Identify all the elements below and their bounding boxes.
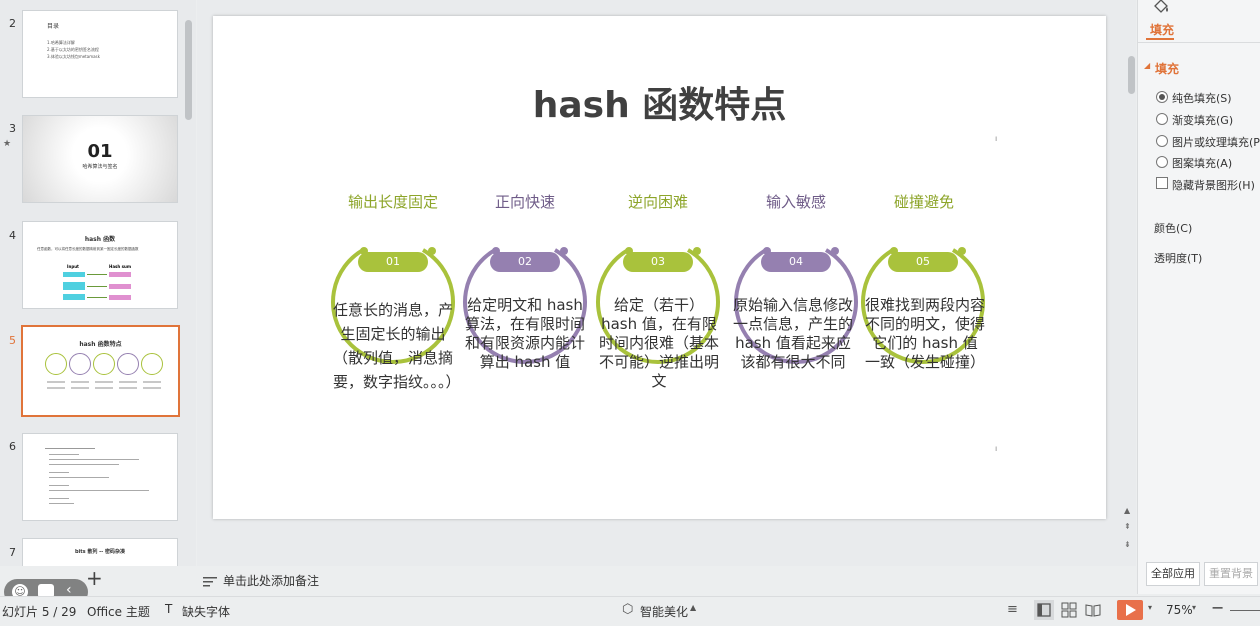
next-slide-icon[interactable]: ⇟	[1124, 540, 1131, 549]
feature-label-3[interactable]: 逆向困难	[593, 191, 723, 212]
slide-counter: 幻灯片 5 / 29	[2, 605, 77, 619]
radio-pattern-fill[interactable]	[1156, 156, 1168, 168]
notes-toggle-icon[interactable]: ≡	[1007, 602, 1018, 617]
panel-scrollbar[interactable]	[1128, 56, 1135, 94]
thumb-number: 3	[9, 122, 16, 135]
chevron-down-icon[interactable]: ▾	[1192, 603, 1196, 612]
feature-label-4[interactable]: 输入敏感	[731, 191, 861, 212]
theme-name[interactable]: Office 主题	[87, 603, 150, 620]
option-pattern-fill[interactable]: 图案填充(A)	[1172, 155, 1232, 171]
fill-bucket-icon	[1152, 0, 1170, 17]
feature-desc-5[interactable]: 很难找到两段内容不同的明文，使得它们的 hash 值一致（发生碰撞）	[865, 296, 985, 372]
prev-slide-icon[interactable]: ⇞	[1124, 522, 1131, 531]
thumb-number: 4	[9, 229, 16, 242]
feature-label-5[interactable]: 碰撞避免	[859, 191, 989, 212]
notes-icon	[203, 573, 217, 587]
zoom-slider[interactable]	[1230, 610, 1260, 611]
feature-label-1[interactable]: 输出长度固定	[328, 191, 458, 212]
feature-label-2[interactable]: 正向快速	[460, 191, 590, 212]
apply-all-button[interactable]: 全部应用	[1146, 562, 1200, 586]
thumb-number: 5	[9, 334, 16, 347]
reading-view-icon[interactable]	[1085, 602, 1101, 621]
transparency-label: 透明度(T)	[1154, 252, 1203, 265]
notes-bar[interactable]: 单击此处添加备注	[197, 568, 1136, 592]
thumb-title: 目录	[47, 23, 60, 30]
color-label: 颜色(C)	[1154, 222, 1193, 235]
feature-number-5[interactable]: 05	[888, 252, 958, 272]
hide-bg-label[interactable]: 隐藏背景图形(H)	[1172, 177, 1255, 193]
slide-thumbnail-3[interactable]: 01 哈希算法与签名	[22, 115, 178, 203]
animation-star-icon: ★	[3, 139, 12, 149]
option-picture-fill[interactable]: 图片或纹理填充(P)	[1172, 134, 1260, 150]
slide-thumbnail-panel: 2 目录 1.哈希算法详解 2.基于以太坊的密钥签名流程 3.体验以太坊钱包me…	[0, 0, 196, 566]
missing-font-button[interactable]: 缺失字体	[182, 603, 230, 620]
thumb-line: 2.基于以太坊的密钥签名流程	[47, 47, 99, 52]
play-slideshow-button[interactable]	[1117, 600, 1143, 620]
property-panel: 填充 ◢ 填充 纯色填充(S) 渐变填充(G) 图片或纹理填充(P) 图案填充(…	[1128, 0, 1260, 594]
status-bar: 幻灯片 5 / 29 Office 主题 T 缺失字体 ⬡ 智能美化 ▲ ≡ ▾…	[0, 596, 1260, 626]
thumb-number: 2	[9, 17, 16, 30]
thumb-line: 3.体验以太坊钱包metamask	[47, 54, 100, 59]
thumb-title: hash 函数特点	[79, 341, 122, 348]
tab-fill[interactable]: 填充	[1150, 21, 1174, 38]
slide-thumbnail-4[interactable]: hash 函数 任意函数，可以将任意长度的数据映射到某一固定长度的数据函数 In…	[22, 221, 178, 309]
radio-solid-fill[interactable]	[1156, 91, 1168, 103]
thumb-line: 1.哈希算法详解	[47, 40, 75, 45]
feature-desc-2[interactable]: 给定明文和 hash 算法，在有限时间和有限资源内能计算出 hash 值	[465, 296, 585, 372]
hide-bg-checkbox[interactable]	[1156, 177, 1168, 189]
notes-placeholder[interactable]: 单击此处添加备注	[223, 572, 319, 589]
thumb-col: Hash sum	[109, 264, 132, 269]
scroll-up-icon[interactable]: ▲	[1124, 506, 1130, 515]
thumb-subtitle: 哈希算法与签名	[82, 164, 118, 170]
feature-desc-4[interactable]: 原始输入信息修改一点信息，产生的 hash 值看起来应该都有很大不同	[733, 296, 853, 372]
font-icon: T	[165, 602, 173, 616]
radio-gradient-fill[interactable]	[1156, 113, 1168, 125]
smart-beautify-button[interactable]: 智能美化	[640, 603, 688, 620]
thumb-col: Input	[67, 264, 79, 269]
feature-number-1[interactable]: 01	[358, 252, 428, 272]
feature-desc-3[interactable]: 给定（若干）hash 值，在有限时间内很难（基本不可能）逆推出明文	[599, 296, 719, 391]
feature-number-3[interactable]: 03	[623, 252, 693, 272]
slide-thumbnail-6[interactable]	[22, 433, 178, 521]
option-solid-fill[interactable]: 纯色填充(S)	[1172, 90, 1232, 106]
feature-number-2[interactable]: 02	[490, 252, 560, 272]
slide-sorter-icon[interactable]	[1061, 602, 1077, 621]
chevron-down-icon[interactable]: ▾	[1148, 603, 1152, 612]
thumb-title: 01	[87, 141, 113, 162]
feature-number-4[interactable]: 04	[761, 252, 831, 272]
beautify-icon: ⬡	[622, 602, 634, 617]
add-slide-icon[interactable]: +	[86, 566, 103, 590]
thumb-title: bits 散列 -- 密码杂凑	[74, 549, 126, 555]
zoom-level[interactable]: 75%	[1166, 603, 1193, 617]
chevron-up-icon[interactable]: ▲	[690, 603, 696, 612]
thumb-number: 6	[9, 440, 16, 453]
slide-thumbnail-7[interactable]: bits 散列 -- 密码杂凑	[22, 538, 178, 566]
thumb-text: 任意函数，可以将任意长度的数据映射到某一固定长度的数据函数	[37, 247, 139, 251]
slide-thumbnail-5[interactable]: hash 函数特点	[21, 325, 180, 417]
thumb-number: 7	[9, 546, 16, 559]
tab-underline	[1146, 38, 1174, 40]
reset-background-button[interactable]: 重置背景	[1204, 562, 1258, 586]
section-collapse-icon[interactable]: ◢	[1144, 61, 1150, 70]
slide-thumbnail-2[interactable]: 目录 1.哈希算法详解 2.基于以太坊的密钥签名流程 3.体验以太坊钱包meta…	[22, 10, 178, 98]
radio-picture-fill[interactable]	[1156, 135, 1168, 147]
divider	[1138, 42, 1260, 43]
section-fill[interactable]: 填充	[1155, 60, 1179, 77]
normal-view-icon[interactable]	[1034, 600, 1054, 620]
feature-desc-1[interactable]: 任意长的消息，产生固定长的输出（散列值，消息摘要，数字指纹。。。）	[333, 298, 461, 394]
thumb-title: hash 函数	[84, 236, 116, 243]
zoom-out-icon[interactable]: −	[1211, 598, 1224, 617]
thumbnail-scrollbar[interactable]	[185, 20, 192, 120]
option-gradient-fill[interactable]: 渐变填充(G)	[1172, 112, 1233, 128]
slide[interactable]: hash 函数特点 ı ı 输出长度固定 正向快速 逆向困难 输入敏感 碰撞避免…	[213, 16, 1106, 519]
